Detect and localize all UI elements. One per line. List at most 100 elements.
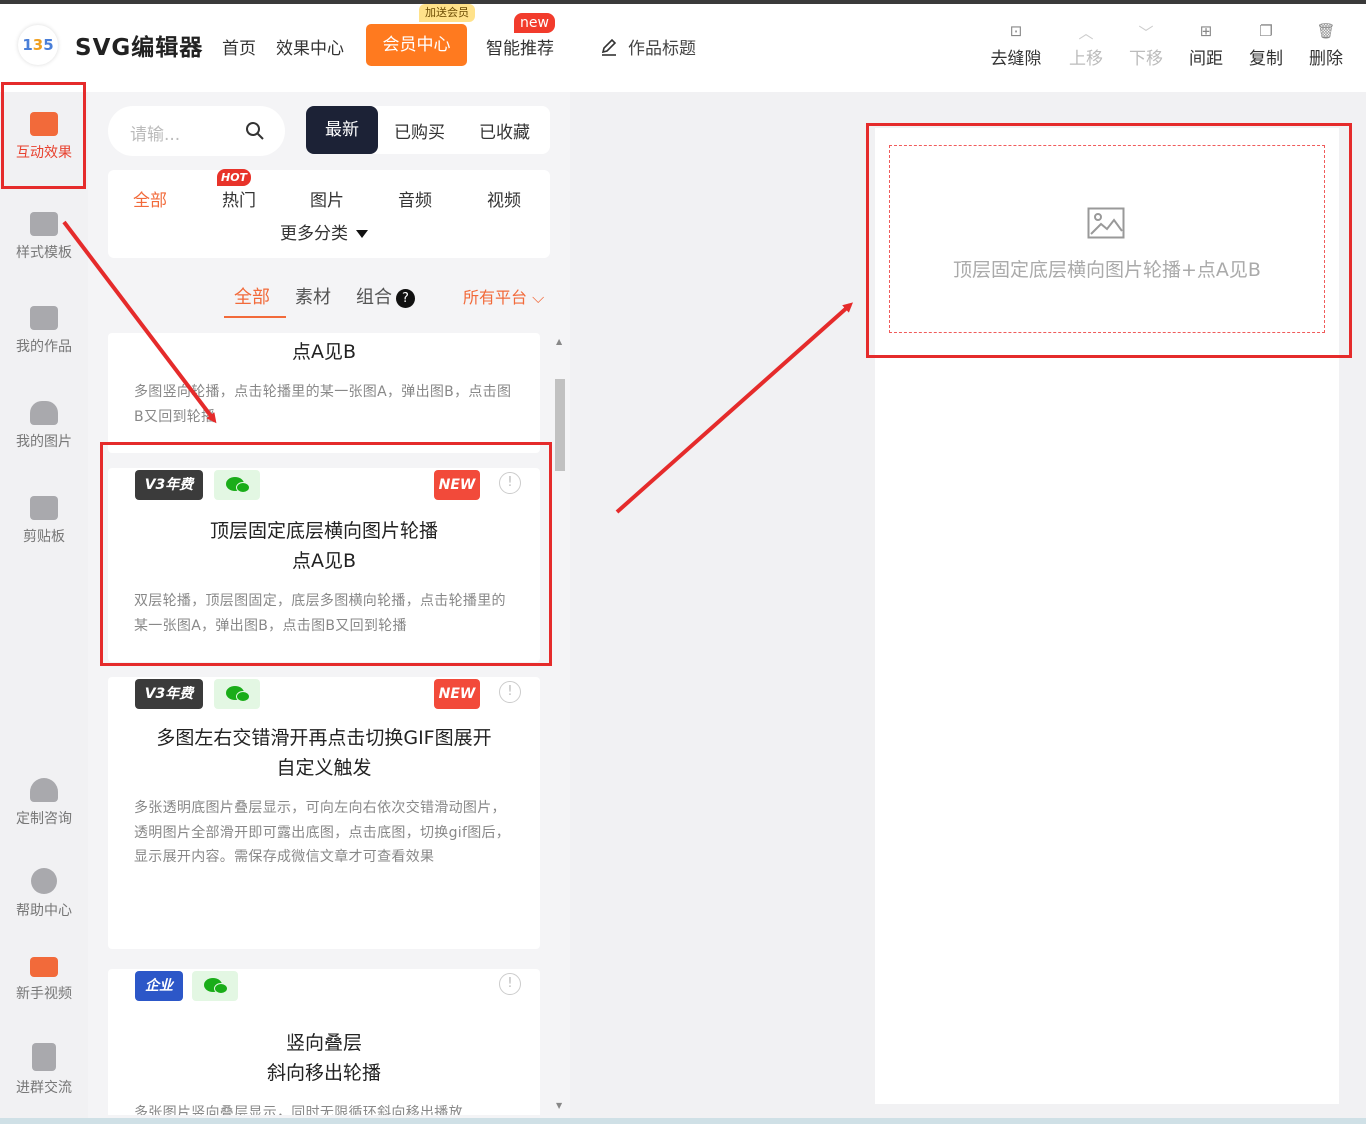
nav-effects-center[interactable]: 效果中心: [276, 34, 344, 59]
help-icon[interactable]: ?: [396, 288, 415, 308]
work-title-editor[interactable]: 作品标题: [600, 34, 696, 59]
window-bottom-border: [0, 1118, 1366, 1124]
spacing-icon: ⊞: [1199, 22, 1213, 40]
nav-smart-recommend[interactable]: 智能推荐: [486, 34, 554, 59]
delete-label: 删除: [1309, 49, 1343, 69]
wechat-icon: [192, 971, 238, 1001]
wechat-icon: [214, 679, 260, 709]
effect-card[interactable]: V3年费 NEW ! 多图左右交错滑开再点击切换GIF图展开 自定义触发 多张透…: [108, 677, 540, 949]
pencil-icon: [601, 38, 617, 56]
spacing-button[interactable]: ⊞ 间距: [1176, 22, 1236, 69]
subtab-active-indicator: [224, 316, 286, 318]
chevron-down-icon: ﹀: [1138, 24, 1154, 42]
tab-favorited[interactable]: 已收藏: [479, 118, 530, 143]
sidebar-item-label: 我的图片: [16, 434, 72, 450]
template-icon: [30, 212, 58, 236]
move-down-button[interactable]: ﹀ 下移: [1116, 22, 1176, 69]
tab-purchased[interactable]: 已购买: [394, 118, 445, 143]
chevron-up-icon: ︿: [1078, 24, 1094, 42]
sidebar-item-join-group[interactable]: 进群交流: [0, 1043, 88, 1097]
sidebar-item-help-center[interactable]: 帮助中心: [0, 868, 88, 920]
card-description: 多张透明底图片叠层显示，可向左向右依次交错滑动图片，透明图片全部滑开即可露出底图…: [134, 800, 511, 865]
tab-latest[interactable]: 最新: [306, 106, 378, 154]
move-up-label: 上移: [1069, 49, 1103, 69]
app-logo[interactable]: 135: [18, 25, 58, 65]
move-up-button[interactable]: ︿ 上移: [1056, 22, 1116, 69]
member-bonus-badge: 加送会员: [419, 4, 475, 22]
question-circle-icon: [31, 868, 57, 894]
sidebar-item-label: 帮助中心: [16, 903, 72, 919]
sidebar-item-style-templates[interactable]: 样式模板: [0, 212, 88, 262]
nav-home[interactable]: 首页: [222, 34, 256, 59]
category-box: [108, 170, 550, 258]
card-title-line2: 自定义触发: [276, 757, 372, 779]
more-categories-label: 更多分类: [280, 224, 348, 244]
more-categories-dropdown[interactable]: 更多分类: [280, 219, 368, 244]
info-icon[interactable]: !: [499, 973, 521, 995]
video-icon: [30, 957, 58, 977]
category-image[interactable]: 图片: [310, 186, 344, 211]
enterprise-tag: 企业: [135, 971, 183, 1001]
subtab-material[interactable]: 素材: [295, 283, 331, 309]
search-box[interactable]: 请输...: [108, 106, 285, 156]
scroll-down-arrow-icon[interactable]: ▼: [556, 1101, 562, 1110]
category-video[interactable]: 视频: [487, 186, 521, 211]
brand-name: SVG编辑器: [75, 35, 204, 61]
sidebar-item-label: 新手视频: [16, 986, 72, 1002]
effect-card[interactable]: 点A见B 多图竖向轮播，点击轮播里的某一张图A，弹出图B，点击图B又回到轮播: [108, 333, 540, 453]
new-tag: NEW: [434, 679, 480, 709]
sidebar-item-label: 进群交流: [16, 1080, 72, 1096]
delete-button[interactable]: 🗑 删除: [1296, 22, 1356, 69]
search-icon[interactable]: [245, 121, 265, 141]
subtab-all[interactable]: 全部: [234, 283, 270, 309]
search-input[interactable]: 请输...: [130, 120, 180, 145]
logo-char: 5: [43, 36, 54, 54]
v3-annual-tag: V3年费: [135, 679, 203, 709]
card-description: 多图竖向轮播，点击轮播里的某一张图A，弹出图B，点击图B又回到轮播: [134, 384, 512, 425]
member-center-button[interactable]: 会员中心: [366, 24, 467, 66]
category-hot[interactable]: 热门: [222, 186, 256, 211]
sidebar-item-my-images[interactable]: 我的图片: [0, 401, 88, 451]
subtab-combo[interactable]: 组合?: [356, 283, 415, 309]
scrollbar-thumb[interactable]: [555, 379, 565, 471]
clipboard-icon: [30, 496, 58, 520]
highlight-box-sidebar: [1, 82, 86, 189]
move-down-label: 下移: [1129, 49, 1163, 69]
info-icon[interactable]: !: [499, 681, 521, 703]
platform-select-label: 所有平台: [463, 288, 528, 307]
sidebar-item-label: 定制咨询: [16, 811, 72, 827]
highlight-box-canvas: [866, 123, 1352, 358]
sidebar-item-my-works[interactable]: 我的作品: [0, 306, 88, 356]
card-description: 多张图片竖向叠层显示，同时无限循环斜向移出播放: [134, 1105, 463, 1115]
platform-select[interactable]: 所有平台 ⌵: [463, 284, 544, 308]
remove-gap-label: 去缝隙: [990, 49, 1042, 69]
subtab-combo-label: 组合: [356, 287, 392, 308]
hot-badge: HOT: [217, 169, 252, 186]
trash-icon: 🗑: [1316, 22, 1336, 40]
sidebar-item-label: 剪贴板: [23, 529, 65, 545]
copy-icon: ❐: [1259, 22, 1273, 40]
headset-icon: [30, 778, 58, 802]
category-audio[interactable]: 音频: [398, 186, 432, 211]
document-icon: [32, 1043, 56, 1071]
caret-down-icon: [356, 230, 368, 238]
remove-gap-icon: ⊡: [1009, 22, 1023, 40]
folder-icon: [30, 306, 58, 330]
scroll-up-arrow-icon[interactable]: ▲: [556, 337, 562, 346]
highlight-box-card: [100, 442, 552, 666]
copy-button[interactable]: ❐ 复制: [1236, 22, 1296, 69]
remove-gap-button[interactable]: ⊡ 去缝隙: [986, 22, 1046, 69]
effect-card[interactable]: 企业 ! 竖向叠层 斜向移出轮播 多张图片竖向叠层显示，同时无限循环斜向移出播放: [108, 969, 540, 1115]
list-scrollbar[interactable]: ▲ ▼: [553, 333, 567, 1115]
sidebar-item-beginner-video[interactable]: 新手视频: [0, 957, 88, 1003]
card-title-line2: 斜向移出轮播: [266, 1062, 381, 1084]
card-title: 点A见B: [291, 341, 357, 363]
cloud-upload-icon: [30, 401, 58, 425]
copy-label: 复制: [1249, 49, 1283, 69]
sidebar-item-custom-consult[interactable]: 定制咨询: [0, 778, 88, 828]
sidebar-item-label: 样式模板: [16, 245, 72, 261]
category-all[interactable]: 全部: [133, 186, 167, 211]
chevron-down-icon: ⌵: [527, 288, 545, 307]
sidebar-item-clipboard[interactable]: 剪贴板: [0, 496, 88, 546]
new-badge: new: [514, 13, 555, 33]
